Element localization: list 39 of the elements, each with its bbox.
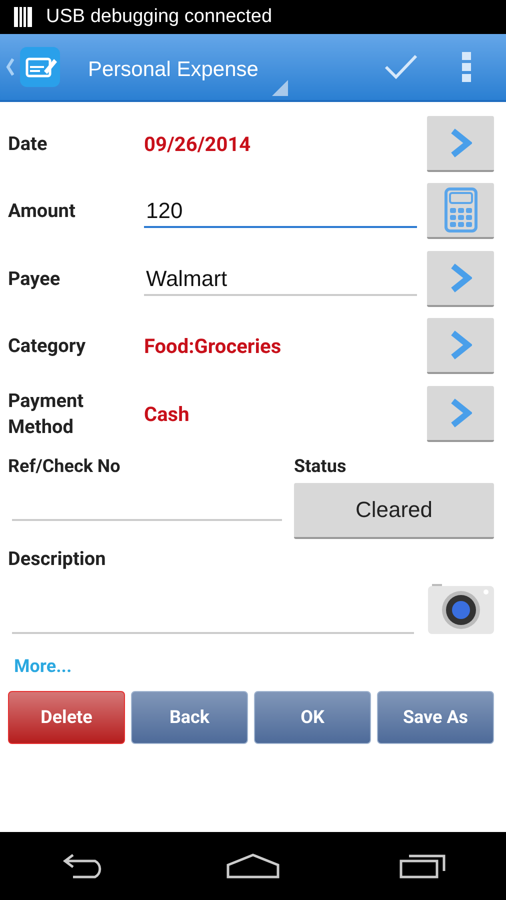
field-label: Payment Method [8,388,85,440]
calculator-icon [444,187,478,234]
check-icon[interactable] [384,54,418,80]
chevron-right-icon [450,398,472,428]
field-label: Ref/Check No [8,456,122,476]
field-value[interactable]: 09/26/2014 [144,132,427,156]
field-value[interactable]: Food:Groceries [144,334,427,358]
back-chevron-icon[interactable] [6,58,14,76]
chevron-right-icon [450,128,472,158]
field-value[interactable]: Cash [144,402,427,426]
notification-text: USB debugging connected [46,6,272,28]
usb-debug-icon [14,7,32,27]
picker-button[interactable] [427,386,494,442]
field-label: Amount [8,198,76,224]
field-label: Payee [8,266,62,292]
recent-apps-icon[interactable] [398,853,447,879]
home-icon[interactable] [226,853,280,879]
calculator-button[interactable] [427,183,494,240]
overflow-menu-icon[interactable] [462,52,472,82]
action-button[interactable]: Save As [377,690,494,744]
status-button[interactable]: Cleared [294,482,494,538]
field-label: Category [8,333,87,360]
camera-icon[interactable] [428,582,494,634]
picker-button[interactable] [427,318,494,374]
field-label: Description [8,546,107,570]
delete-button[interactable]: Delete [8,690,125,744]
picker-button[interactable] [427,116,494,172]
screen-title[interactable]: Personal Expense [88,58,258,82]
chevron-right-icon [450,262,472,293]
text-field[interactable]: 120 [144,194,417,228]
picker-button[interactable] [427,250,494,307]
text-field[interactable]: Walmart [144,262,417,296]
action-button[interactable]: OK [254,690,371,744]
field-label: Date [8,130,48,157]
action-button[interactable]: Back [131,690,248,744]
dropdown-triangle-icon [272,80,288,96]
field-label: Status [294,456,348,476]
app-logo-icon[interactable] [20,47,60,87]
chevron-right-icon [450,330,472,360]
